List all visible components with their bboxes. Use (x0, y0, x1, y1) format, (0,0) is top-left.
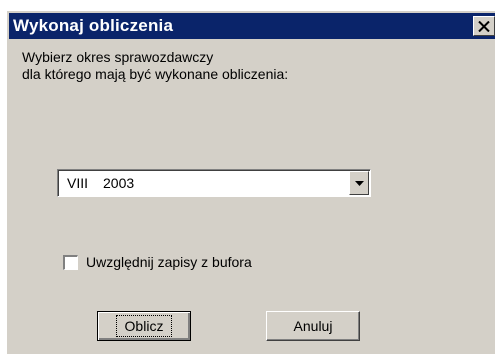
buffer-checkbox-row[interactable]: Uwzględnij zapisy z bufora (63, 254, 252, 270)
title-bar[interactable]: Wykonaj obliczenia (9, 13, 495, 39)
dialog-title: Wykonaj obliczenia (13, 16, 174, 35)
period-month: VIII (67, 175, 89, 191)
close-icon (478, 20, 490, 32)
cancel-button[interactable]: Anuluj (266, 311, 360, 341)
period-select[interactable]: VIII 2003 (57, 169, 371, 197)
period-year: 2003 (103, 175, 135, 191)
cancel-button-label: Anuluj (293, 318, 333, 334)
close-button[interactable] (473, 16, 495, 36)
calculate-button[interactable]: Oblicz (97, 311, 191, 341)
buffer-checkbox-label[interactable]: Uwzględnij zapisy z bufora (86, 254, 252, 270)
period-select-value[interactable]: VIII 2003 (63, 174, 337, 192)
period-dropdown-button[interactable] (349, 171, 369, 195)
calculation-dialog: Wykonaj obliczenia Wybierz okres sprawoz… (6, 10, 495, 354)
buffer-checkbox[interactable] (63, 254, 78, 270)
prompt-line-2: dla którego mają być wykonane obliczenia… (22, 66, 289, 82)
chevron-down-icon (354, 180, 364, 186)
period-prompt: Wybierz okres sprawozdawczy dla którego … (22, 49, 288, 83)
calculate-button-label: Oblicz (115, 315, 173, 337)
prompt-line-1: Wybierz okres sprawozdawczy (22, 49, 214, 65)
